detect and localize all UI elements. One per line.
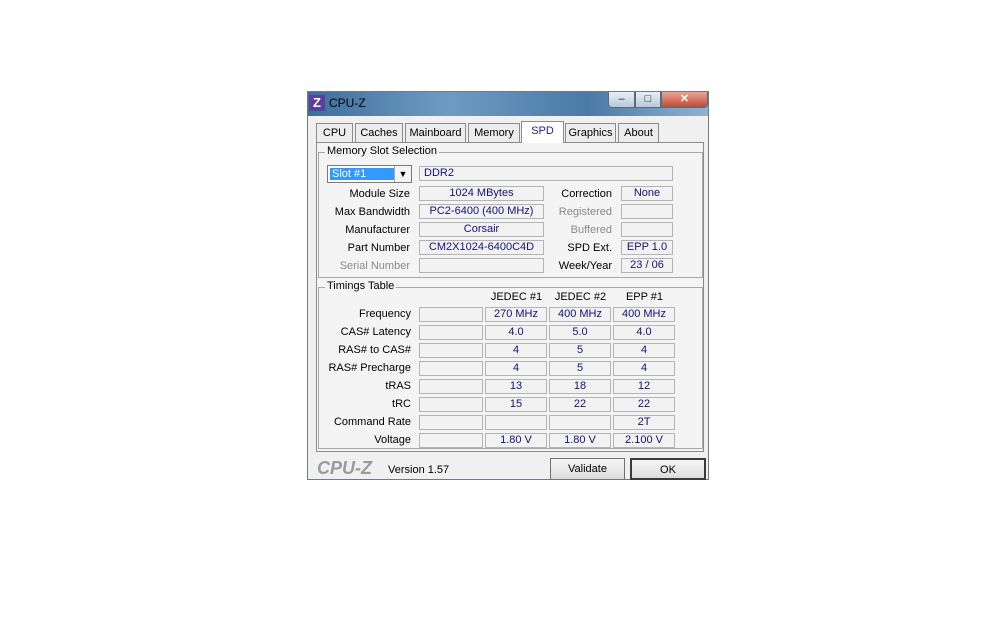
timings-row-label: RAS# Precharge [328, 362, 411, 374]
week-year-value: 23 / 06 [621, 258, 673, 273]
timings-cell: 4 [613, 343, 675, 358]
timings-cell: 2T [613, 415, 675, 430]
memory-slot-group-title: Memory Slot Selection [325, 145, 440, 157]
module-size-value: 1024 MBytes [419, 186, 544, 201]
memory-slot-group: Memory Slot Selection Slot #1 ▼ DDR2 Mod… [318, 145, 703, 278]
timings-row-spare [419, 397, 483, 412]
timings-row-spare [419, 433, 483, 448]
tab-cpu[interactable]: CPU [316, 123, 353, 142]
timings-cell [485, 415, 547, 430]
part-number-label: Part Number [347, 242, 410, 254]
timings-row-spare [419, 379, 483, 394]
cpuz-window: Z CPU-Z – □ ✕ CPU Caches Mainboard Memor… [307, 91, 709, 480]
timings-cell: 270 MHz [485, 307, 547, 322]
maximize-button[interactable]: □ [635, 92, 661, 108]
cpuz-logo: CPU-Z [317, 458, 372, 478]
manufacturer-value: Corsair [419, 222, 544, 237]
timings-row-label: Command Rate [333, 416, 411, 428]
max-bandwidth-value: PC2-6400 (400 MHz) [419, 204, 544, 219]
tab-mainboard[interactable]: Mainboard [405, 123, 466, 142]
max-bandwidth-label: Max Bandwidth [334, 206, 410, 218]
timings-row-spare [419, 343, 483, 358]
timings-row-spare [419, 415, 483, 430]
serial-number-value [419, 258, 544, 273]
timings-cell: 4 [485, 343, 547, 358]
timings-cell: 18 [549, 379, 611, 394]
cpuz-app-icon: Z [309, 95, 325, 111]
timings-cell [549, 415, 611, 430]
manufacturer-label: Manufacturer [345, 224, 410, 236]
timings-col-jedec1: JEDEC #1 [490, 291, 543, 303]
memory-type-value: DDR2 [419, 166, 673, 181]
timings-cell: 5 [549, 361, 611, 376]
timings-cell: 4 [613, 361, 675, 376]
title-bar[interactable]: Z CPU-Z – □ ✕ [308, 92, 708, 116]
tab-caches[interactable]: Caches [355, 123, 403, 142]
spd-tab-panel: Memory Slot Selection Slot #1 ▼ DDR2 Mod… [316, 142, 704, 452]
timings-cell: 2.100 V [613, 433, 675, 448]
tab-memory[interactable]: Memory [468, 123, 520, 142]
spd-ext-label: SPD Ext. [567, 242, 612, 254]
timings-cell: 15 [485, 397, 547, 412]
minimize-icon: – [618, 93, 625, 105]
correction-label: Correction [561, 188, 612, 200]
registered-label: Registered [558, 206, 612, 218]
timings-row-label: CAS# Latency [340, 326, 411, 338]
slot-select[interactable]: Slot #1 ▼ [327, 165, 412, 183]
registered-value [621, 204, 673, 219]
timings-cell: 400 MHz [549, 307, 611, 322]
close-button[interactable]: ✕ [661, 92, 708, 108]
timings-row-label: tRC [392, 398, 411, 410]
timings-cell: 22 [613, 397, 675, 412]
timings-col-epp1: EPP #1 [625, 291, 664, 303]
timings-row-label: Frequency [359, 308, 411, 320]
timings-cell: 12 [613, 379, 675, 394]
tab-graphics[interactable]: Graphics [565, 123, 616, 142]
spd-ext-value: EPP 1.0 [621, 240, 673, 255]
timings-row-spare [419, 361, 483, 376]
buffered-value [621, 222, 673, 237]
tab-about[interactable]: About [618, 123, 659, 142]
timings-cell: 22 [549, 397, 611, 412]
timings-group-title: Timings Table [325, 280, 397, 292]
timings-cell: 13 [485, 379, 547, 394]
slot-select-value: Slot #1 [330, 168, 396, 180]
timings-cell: 1.80 V [485, 433, 547, 448]
close-icon: ✕ [679, 93, 690, 105]
minimize-button[interactable]: – [608, 92, 635, 108]
window-title: CPU-Z [329, 96, 366, 110]
timings-cell: 5.0 [549, 325, 611, 340]
version-label: Version 1.57 [388, 464, 450, 476]
timings-cell: 4.0 [485, 325, 547, 340]
timings-row-spare [419, 325, 483, 340]
timings-group: Timings Table JEDEC #1 JEDEC #2 EPP #1 F… [318, 280, 703, 449]
serial-number-label: Serial Number [339, 260, 410, 272]
timings-cell: 4 [485, 361, 547, 376]
timings-cell: 5 [549, 343, 611, 358]
tab-spd[interactable]: SPD [521, 121, 564, 143]
validate-button[interactable]: Validate [550, 458, 625, 480]
part-number-value: CM2X1024-6400C4D [419, 240, 544, 255]
correction-value: None [621, 186, 673, 201]
chevron-down-icon[interactable]: ▼ [394, 166, 411, 182]
module-size-label: Module Size [349, 188, 410, 200]
timings-col-jedec2: JEDEC #2 [554, 291, 607, 303]
timings-cell: 400 MHz [613, 307, 675, 322]
timings-row-label: Voltage [374, 434, 411, 446]
ok-button[interactable]: OK [630, 458, 706, 480]
timings-cell: 4.0 [613, 325, 675, 340]
buffered-label: Buffered [570, 224, 612, 236]
week-year-label: Week/Year [558, 260, 612, 272]
timings-row-label: RAS# to CAS# [338, 344, 411, 356]
maximize-icon: □ [644, 93, 652, 105]
timings-row-label: tRAS [385, 380, 411, 392]
timings-row-spare [419, 307, 483, 322]
timings-cell: 1.80 V [549, 433, 611, 448]
